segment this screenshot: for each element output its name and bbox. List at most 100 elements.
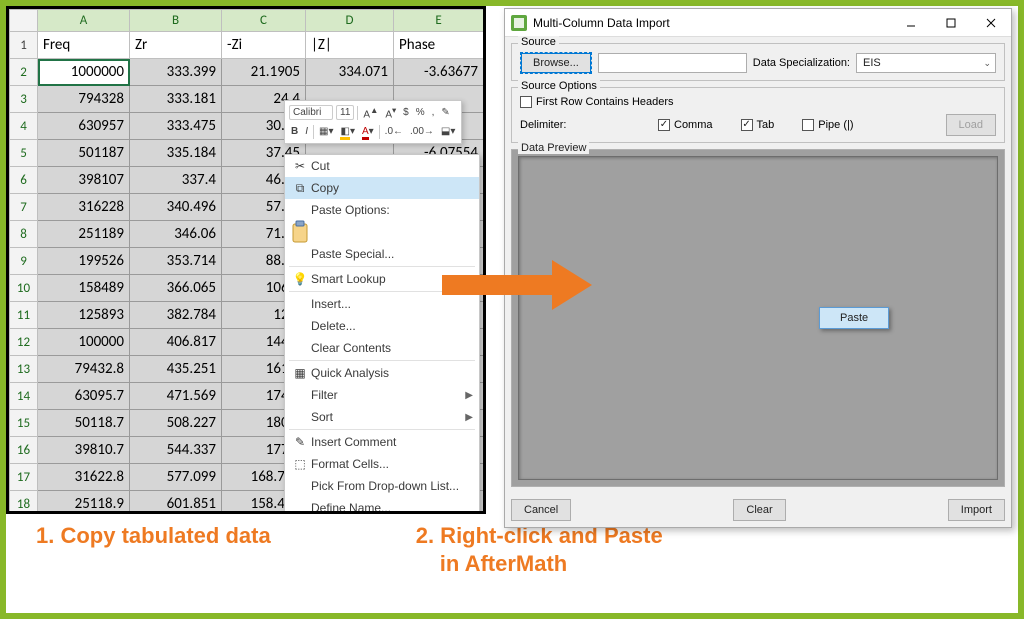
cell[interactable]: 50118.7	[38, 410, 130, 437]
cell[interactable]: 25118.9	[38, 491, 130, 515]
increase-font-icon[interactable]: A▲	[361, 104, 380, 121]
cell[interactable]: 382.784	[130, 302, 222, 329]
row-head[interactable]: 3	[10, 86, 38, 113]
menu-quick-analysis[interactable]: ▦Quick Analysis	[285, 362, 479, 384]
col-E[interactable]: E	[394, 10, 484, 32]
row-head[interactable]: 10	[10, 275, 38, 302]
cell[interactable]: 333.475	[130, 113, 222, 140]
cell[interactable]: 366.065	[130, 275, 222, 302]
cell[interactable]: 334.071	[306, 59, 394, 86]
font-name-dropdown[interactable]: Calibri	[289, 105, 333, 120]
row-head[interactable]: 11	[10, 302, 38, 329]
cell[interactable]: 333.181	[130, 86, 222, 113]
cell[interactable]: 340.496	[130, 194, 222, 221]
maximize-button[interactable]	[931, 9, 971, 37]
merge-icon[interactable]: ⬓▾	[439, 125, 457, 138]
col-A[interactable]: A	[38, 10, 130, 32]
pipe-checkbox[interactable]: Pipe (|)	[802, 119, 853, 131]
decrease-font-icon[interactable]: A▾	[383, 104, 398, 121]
minimize-button[interactable]	[891, 9, 931, 37]
menu-sort[interactable]: Sort▶	[285, 406, 479, 428]
cell[interactable]: 31622.8	[38, 464, 130, 491]
cell[interactable]: 199526	[38, 248, 130, 275]
menu-filter[interactable]: Filter▶	[285, 384, 479, 406]
row-head[interactable]: 14	[10, 383, 38, 410]
cell[interactable]: 21.1905	[222, 59, 306, 86]
cell[interactable]: 337.4	[130, 167, 222, 194]
cell[interactable]: 316228	[38, 194, 130, 221]
italic-icon[interactable]: I	[303, 125, 310, 138]
increase-decimal-icon[interactable]: .00→	[408, 125, 436, 138]
row-head[interactable]: 12	[10, 329, 38, 356]
cell[interactable]: 353.714	[130, 248, 222, 275]
cell[interactable]: Zr	[130, 32, 222, 59]
tab-checkbox[interactable]: ✓Tab	[741, 119, 775, 131]
menu-clear-contents[interactable]: Clear Contents	[285, 337, 479, 359]
comma-icon[interactable]: ,	[430, 106, 437, 119]
row-head[interactable]: 9	[10, 248, 38, 275]
cell[interactable]: |Z|	[306, 32, 394, 59]
clear-button[interactable]: Clear	[733, 499, 785, 521]
menu-format-cells[interactable]: ⬚Format Cells...	[285, 453, 479, 475]
col-B[interactable]: B	[130, 10, 222, 32]
col-C[interactable]: C	[222, 10, 306, 32]
menu-insert-comment[interactable]: ✎Insert Comment	[285, 431, 479, 453]
row-head[interactable]: 4	[10, 113, 38, 140]
cell[interactable]: 346.06	[130, 221, 222, 248]
cell[interactable]: 471.569	[130, 383, 222, 410]
cell[interactable]: Freq	[38, 32, 130, 59]
cell[interactable]: 601.851	[130, 491, 222, 515]
cell[interactable]: 100000	[38, 329, 130, 356]
cell[interactable]: -3.63677	[394, 59, 484, 86]
close-button[interactable]	[971, 9, 1011, 37]
menu-cut[interactable]: ✂ Cut	[285, 155, 479, 177]
row-head[interactable]: 1	[10, 32, 38, 59]
data-preview-area[interactable]: Paste	[518, 156, 998, 480]
first-row-checkbox[interactable]: First Row Contains Headers	[520, 96, 674, 108]
import-button[interactable]: Import	[948, 499, 1005, 521]
cell[interactable]: 63095.7	[38, 383, 130, 410]
cell[interactable]: 335.184	[130, 140, 222, 167]
format-painter-icon[interactable]: ✎	[439, 106, 451, 119]
row-head[interactable]: 18	[10, 491, 38, 515]
percent-icon[interactable]: %	[414, 106, 427, 119]
menu-copy[interactable]: ⧉ Copy	[285, 177, 479, 199]
row-head[interactable]: 16	[10, 437, 38, 464]
data-spec-dropdown[interactable]: EIS ⌄	[856, 53, 996, 73]
currency-icon[interactable]: $	[401, 106, 411, 119]
menu-pick-list[interactable]: Pick From Drop-down List...	[285, 475, 479, 497]
cell[interactable]: 125893	[38, 302, 130, 329]
cancel-button[interactable]: Cancel	[511, 499, 571, 521]
col-D[interactable]: D	[306, 10, 394, 32]
cell[interactable]: 79432.8	[38, 356, 130, 383]
row-head[interactable]: 2	[10, 59, 38, 86]
cell[interactable]: 251189	[38, 221, 130, 248]
decrease-decimal-icon[interactable]: .0←	[383, 125, 405, 138]
row-head[interactable]: 8	[10, 221, 38, 248]
cell[interactable]: 544.337	[130, 437, 222, 464]
cell[interactable]: 508.227	[130, 410, 222, 437]
source-path-input[interactable]	[598, 53, 747, 73]
cell[interactable]: 406.817	[130, 329, 222, 356]
menu-paste-option-default[interactable]	[285, 221, 479, 243]
cell[interactable]: Phase	[394, 32, 484, 59]
load-button[interactable]: Load	[946, 114, 996, 136]
browse-button[interactable]: Browse...	[520, 52, 592, 74]
row-head[interactable]: 13	[10, 356, 38, 383]
font-color-icon[interactable]: A▾	[360, 125, 376, 138]
row-head[interactable]: 6	[10, 167, 38, 194]
row-head[interactable]: 17	[10, 464, 38, 491]
cell[interactable]: 398107	[38, 167, 130, 194]
border-icon[interactable]: ▦▾	[317, 125, 335, 138]
select-all-cell[interactable]	[10, 10, 38, 32]
cell[interactable]: 1000000	[38, 59, 130, 86]
font-size-dropdown[interactable]: 11	[336, 105, 354, 120]
menu-delete[interactable]: Delete...	[285, 315, 479, 337]
cell[interactable]: 39810.7	[38, 437, 130, 464]
paste-context-button[interactable]: Paste	[819, 307, 889, 329]
comma-checkbox[interactable]: ✓Comma	[658, 119, 713, 131]
row-head[interactable]: 15	[10, 410, 38, 437]
cell[interactable]: -Zi	[222, 32, 306, 59]
row-head[interactable]: 5	[10, 140, 38, 167]
cell[interactable]: 794328	[38, 86, 130, 113]
